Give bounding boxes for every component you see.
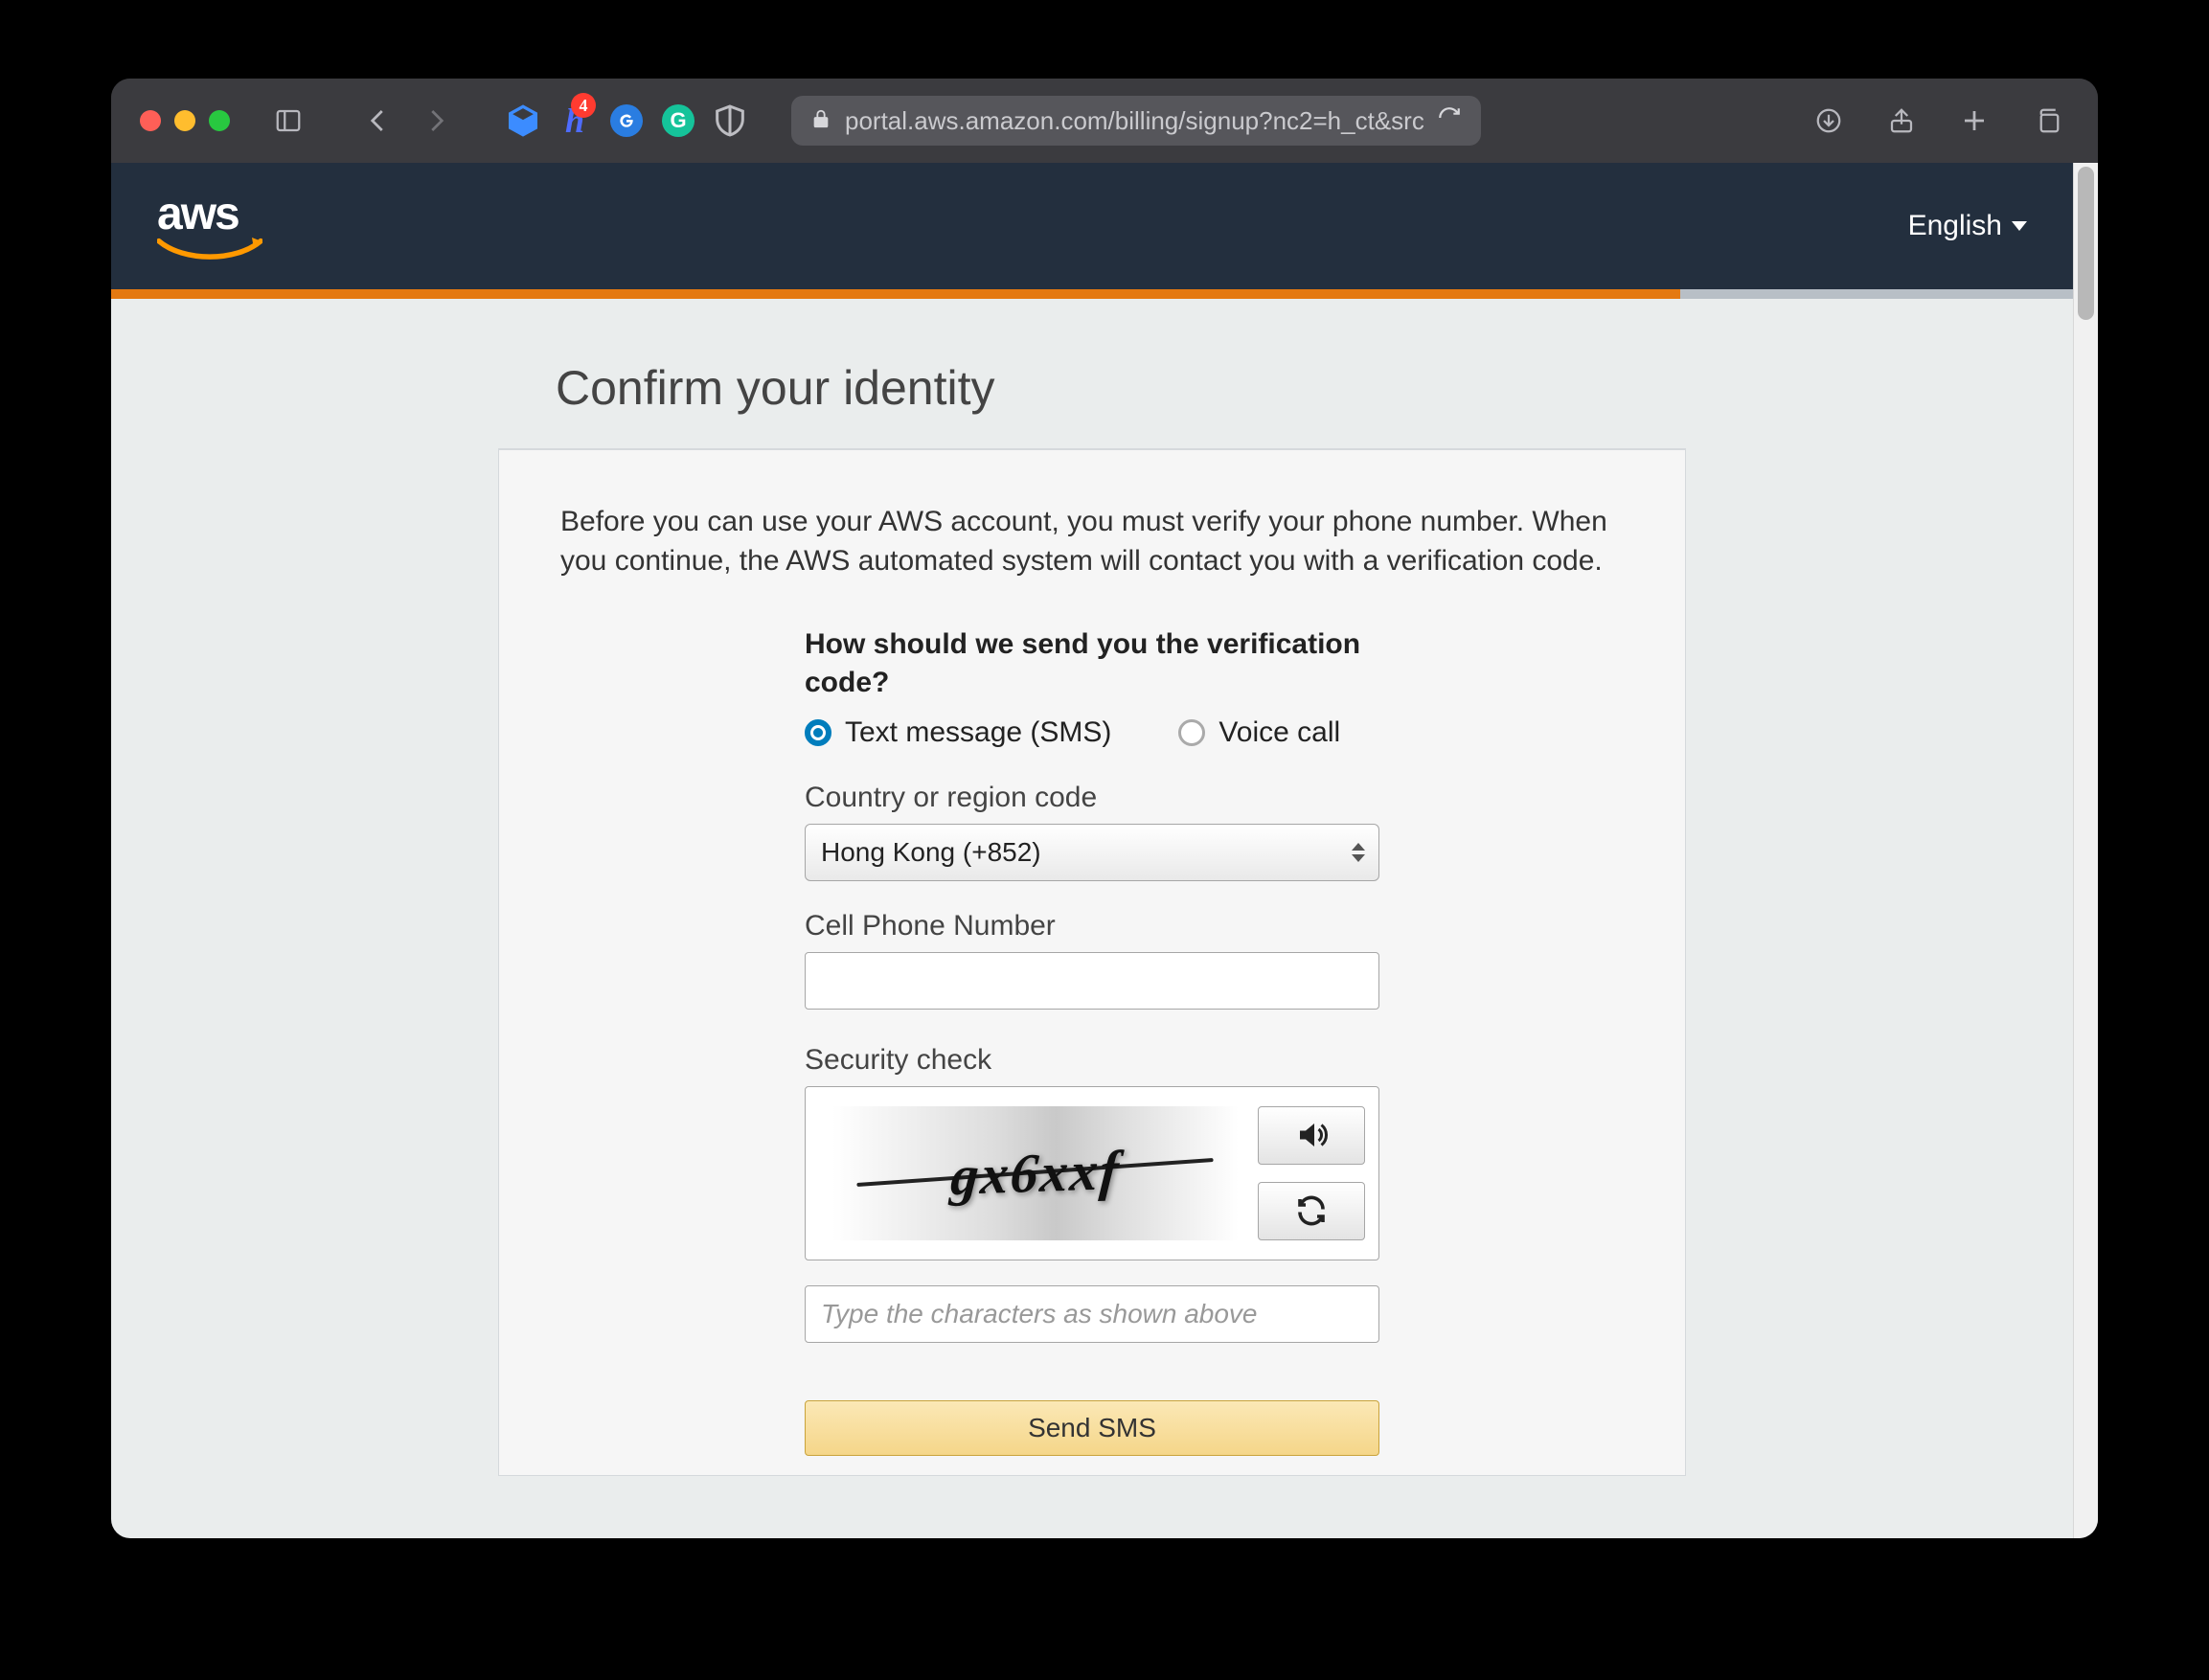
captcha-input[interactable] (805, 1285, 1379, 1343)
form-panel: Before you can use your AWS account, you… (498, 448, 1686, 1476)
radio-voice[interactable]: Voice call (1178, 716, 1340, 749)
vertical-scrollbar[interactable] (2073, 163, 2098, 1538)
select-caret-icon (1352, 843, 1365, 862)
extension-cube-icon[interactable] (504, 102, 542, 140)
signup-progress-bar (111, 289, 2073, 299)
security-check-label: Security check (805, 1044, 1379, 1077)
send-sms-button[interactable]: Send SMS (805, 1400, 1379, 1456)
language-label: English (1908, 210, 2002, 242)
phone-label: Cell Phone Number (805, 910, 1379, 942)
extension-honey-icon[interactable]: h4 (556, 102, 594, 140)
speaker-icon (1294, 1118, 1329, 1152)
window-controls (140, 110, 230, 131)
language-selector[interactable]: English (1908, 210, 2027, 242)
captcha-text: gx6xxf (948, 1138, 1123, 1208)
aws-header: aws English (111, 163, 2073, 289)
new-tab-icon[interactable] (1952, 99, 1996, 143)
downloads-icon[interactable] (1807, 99, 1851, 143)
phone-input[interactable] (805, 952, 1379, 1010)
radio-dot-checked-icon (805, 719, 831, 746)
content-card: Confirm your identity Before you can use… (498, 360, 1686, 1476)
titlebar: h4 G portal.aws.amazon.com/billing/signu… (111, 79, 2098, 163)
maximize-window-button[interactable] (209, 110, 230, 131)
honey-badge: 4 (571, 93, 596, 118)
extension-shield-icon[interactable] (711, 102, 749, 140)
country-value: Hong Kong (+852) (821, 837, 1041, 868)
progress-fill (111, 289, 1680, 299)
intro-text: Before you can use your AWS account, you… (560, 502, 1624, 581)
captcha-refresh-button[interactable] (1258, 1182, 1365, 1240)
aws-logo[interactable]: aws (157, 192, 262, 261)
sidebar-toggle-icon[interactable] (266, 99, 310, 143)
back-button[interactable] (356, 99, 400, 143)
lock-icon (810, 106, 831, 136)
question-label: How should we send you the verification … (805, 625, 1379, 703)
captcha-audio-button[interactable] (1258, 1106, 1365, 1165)
page-title: Confirm your identity (498, 360, 1686, 416)
share-icon[interactable] (1879, 99, 1924, 143)
verification-form: How should we send you the verification … (805, 625, 1379, 1456)
close-window-button[interactable] (140, 110, 161, 131)
radio-sms[interactable]: Text message (SMS) (805, 716, 1111, 749)
aws-smile-icon (157, 236, 262, 261)
extension-circle-icon[interactable] (607, 102, 646, 140)
extension-grammarly-icon[interactable]: G (659, 102, 697, 140)
scrollbar-thumb[interactable] (2078, 167, 2094, 320)
refresh-icon (1294, 1193, 1329, 1228)
browser-window: h4 G portal.aws.amazon.com/billing/signu… (111, 79, 2098, 1538)
submit-label: Send SMS (1028, 1413, 1156, 1443)
radio-voice-label: Voice call (1218, 716, 1340, 749)
forward-button[interactable] (414, 99, 458, 143)
captcha-box: gx6xxf (805, 1086, 1379, 1260)
country-label: Country or region code (805, 782, 1379, 814)
viewport: aws English Confirm your identity Before… (111, 163, 2098, 1538)
chevron-down-icon (2012, 221, 2027, 231)
url-text: portal.aws.amazon.com/billing/signup?nc2… (845, 106, 1423, 136)
country-select[interactable]: Hong Kong (+852) (805, 824, 1379, 881)
radio-sms-label: Text message (SMS) (845, 716, 1111, 749)
address-bar[interactable]: portal.aws.amazon.com/billing/signup?nc2… (791, 96, 1481, 146)
reload-icon[interactable] (1437, 105, 1462, 137)
radio-dot-unchecked-icon (1178, 719, 1205, 746)
tab-overview-icon[interactable] (2025, 99, 2069, 143)
minimize-window-button[interactable] (174, 110, 195, 131)
page: aws English Confirm your identity Before… (111, 163, 2073, 1538)
captcha-image: gx6xxf (832, 1106, 1239, 1240)
